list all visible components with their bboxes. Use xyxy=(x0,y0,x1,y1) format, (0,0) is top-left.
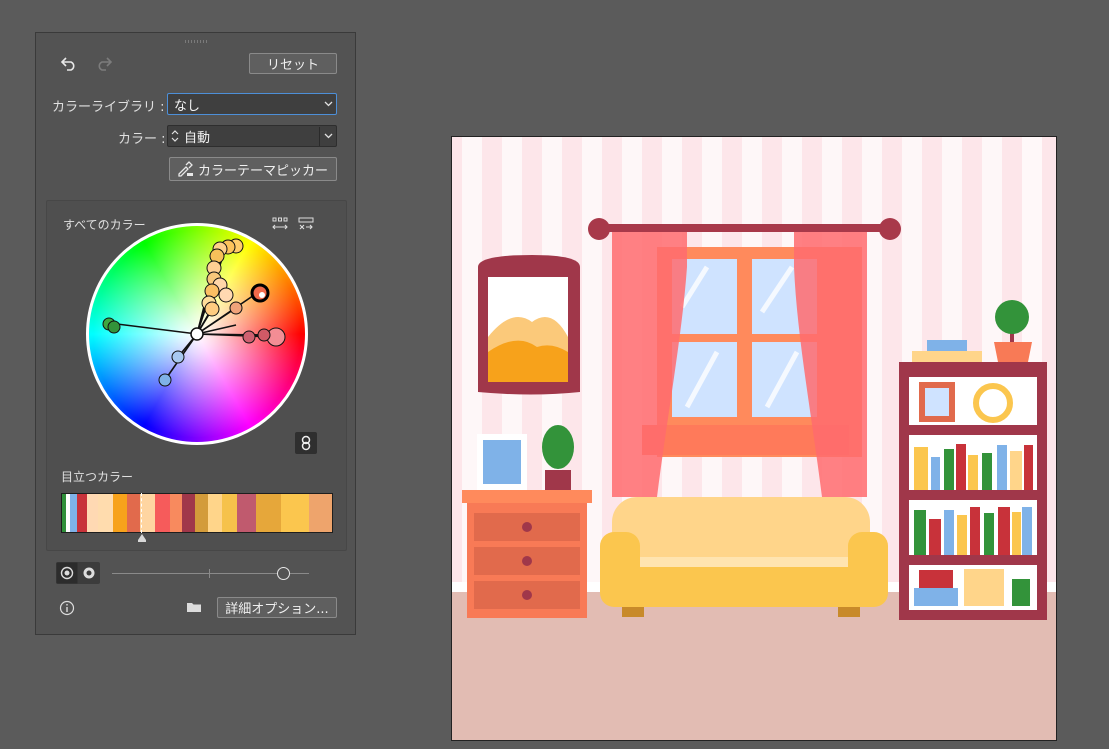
info-button[interactable] xyxy=(56,597,78,619)
prominent-color-swatch[interactable] xyxy=(76,494,88,532)
prominent-color-swatch[interactable] xyxy=(87,494,98,532)
redo-button[interactable] xyxy=(93,53,115,75)
view-mode-toggle[interactable] xyxy=(56,562,100,584)
prominent-colors-label: 目立つカラー xyxy=(61,470,134,484)
chevron-down-icon xyxy=(320,101,336,107)
color-wheel-markers[interactable] xyxy=(86,223,308,445)
saturation-slider-handle[interactable] xyxy=(277,567,290,580)
recolor-panel: リセット カラーライブラリ : なし カラー : 自動 カラーテーマピッカー す… xyxy=(35,32,356,635)
artboard[interactable] xyxy=(451,136,1057,741)
color-theme-picker-button[interactable]: カラーテーマピッカー xyxy=(169,157,337,181)
prominent-color-swatch[interactable] xyxy=(140,494,155,532)
info-icon xyxy=(59,600,75,616)
prominent-color-swatch[interactable] xyxy=(237,494,257,532)
prominent-color-swatch[interactable] xyxy=(127,494,141,532)
prominent-color-swatch[interactable] xyxy=(308,494,332,532)
strip-handle-icon[interactable] xyxy=(137,534,147,542)
color-markers xyxy=(102,238,286,387)
prominent-color-swatch[interactable] xyxy=(112,494,128,532)
prominent-colors-strip[interactable] xyxy=(61,493,333,533)
color-library-select[interactable]: なし xyxy=(167,93,337,115)
link-icon xyxy=(301,435,311,451)
save-group-button[interactable] xyxy=(183,596,205,618)
color-library-value: なし xyxy=(174,98,201,114)
color-theme-picker-label: カラーテーマピッカー xyxy=(198,163,329,179)
prominent-color-swatch[interactable] xyxy=(154,494,170,532)
prominent-color-swatch[interactable] xyxy=(169,494,183,532)
color-label: カラー : xyxy=(118,132,166,147)
prominent-color-swatch[interactable] xyxy=(207,494,223,532)
panel-grip[interactable] xyxy=(185,40,207,43)
color-library-label: カラーライブラリ : xyxy=(52,100,165,115)
advanced-options-button[interactable]: 詳細オプション... xyxy=(217,597,337,618)
strip-divider xyxy=(141,493,142,533)
undo-icon xyxy=(60,57,75,71)
prominent-color-swatch[interactable] xyxy=(182,494,195,532)
color-group: すべてのカラー 目立つカラー xyxy=(46,200,347,551)
prominent-color-swatch[interactable] xyxy=(222,494,238,532)
prominent-color-swatch[interactable] xyxy=(281,494,309,532)
link-harmony-button[interactable] xyxy=(295,432,317,454)
undo-button[interactable] xyxy=(58,53,80,75)
redo-icon xyxy=(98,57,113,71)
color-count-value: 自動 xyxy=(182,126,320,146)
prominent-color-swatch[interactable] xyxy=(194,494,208,532)
slider-center-tick xyxy=(209,569,210,578)
color-count-select[interactable]: 自動 xyxy=(167,125,337,147)
stepper-icon[interactable] xyxy=(168,129,182,143)
prominent-color-swatch[interactable] xyxy=(97,494,113,532)
reset-button[interactable]: リセット xyxy=(249,53,337,74)
chevron-down-icon xyxy=(320,133,336,139)
folder-icon xyxy=(187,603,201,612)
room-illustration xyxy=(452,137,1056,740)
prominent-color-swatch[interactable] xyxy=(256,494,282,532)
eyedropper-icon xyxy=(178,161,193,177)
